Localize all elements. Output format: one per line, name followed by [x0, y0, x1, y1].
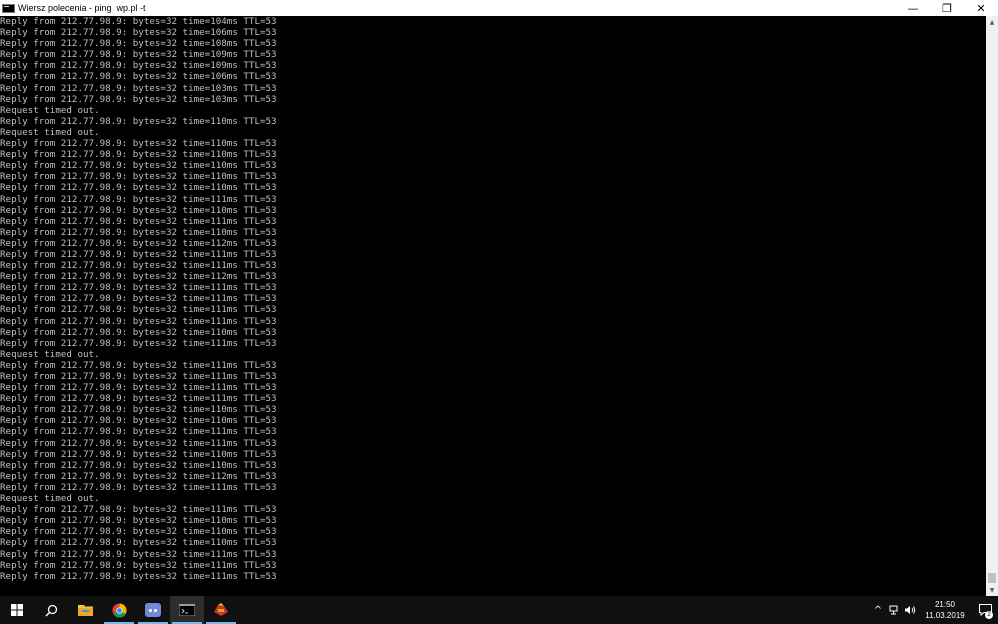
- close-button[interactable]: ✕: [964, 0, 998, 16]
- console-line: Reply from 212.77.98.9: bytes=32 time=11…: [0, 404, 277, 416]
- console-line: Reply from 212.77.98.9: bytes=32 time=11…: [0, 526, 277, 538]
- console-line: Reply from 212.77.98.9: bytes=32 time=11…: [0, 570, 277, 582]
- search-icon: [44, 604, 57, 617]
- console-line: Reply from 212.77.98.9: bytes=32 time=11…: [0, 182, 277, 194]
- console-line: Reply from 212.77.98.9: bytes=32 time=11…: [0, 548, 277, 560]
- window-title: Wiersz polecenia - ping wp.pl -t: [18, 3, 146, 13]
- console-line: Reply from 212.77.98.9: bytes=32 time=11…: [0, 115, 277, 127]
- taskbar-chrome[interactable]: [102, 596, 136, 624]
- taskbar-file-explorer[interactable]: [68, 596, 102, 624]
- console-line: Reply from 212.77.98.9: bytes=32 time=11…: [0, 382, 277, 394]
- console-line: Reply from 212.77.98.9: bytes=32 time=11…: [0, 237, 277, 249]
- console-line: Reply from 212.77.98.9: bytes=32 time=11…: [0, 271, 277, 283]
- console-line: Reply from 212.77.98.9: bytes=32 time=11…: [0, 315, 277, 327]
- console-line: Reply from 212.77.98.9: bytes=32 time=11…: [0, 459, 277, 471]
- show-hidden-icons-chevron-icon[interactable]: ^: [870, 596, 886, 624]
- console-line: Reply from 212.77.98.9: bytes=32 time=11…: [0, 149, 277, 161]
- console-line: Reply from 212.77.98.9: bytes=32 time=11…: [0, 470, 277, 482]
- scroll-up-arrow-icon[interactable]: ▲: [986, 16, 998, 28]
- clock[interactable]: 21:50 11.03.2019: [918, 599, 972, 621]
- console-line: Reply from 212.77.98.9: bytes=32 time=10…: [0, 16, 277, 27]
- game-icon: [214, 603, 228, 616]
- restore-button[interactable]: ❐: [930, 0, 964, 16]
- taskbar-command-prompt[interactable]: [170, 596, 204, 624]
- folder-icon: [77, 605, 93, 616]
- console-line: Reply from 212.77.98.9: bytes=32 time=11…: [0, 537, 277, 549]
- console-line: Reply from 212.77.98.9: bytes=32 time=11…: [0, 481, 277, 493]
- console-lines: Reply from 212.77.98.9: bytes=32 time=10…: [0, 16, 986, 582]
- terminal-icon: [179, 604, 195, 616]
- cmd-icon[interactable]: [2, 3, 15, 13]
- console-line: Reply from 212.77.98.9: bytes=32 time=11…: [0, 504, 277, 516]
- console-line: Reply from 212.77.98.9: bytes=32 time=10…: [0, 38, 277, 50]
- console-line: Reply from 212.77.98.9: bytes=32 time=11…: [0, 160, 277, 172]
- console-line: Reply from 212.77.98.9: bytes=32 time=11…: [0, 359, 277, 371]
- console-line: Reply from 212.77.98.9: bytes=32 time=10…: [0, 60, 277, 72]
- volume-icon[interactable]: [902, 596, 918, 624]
- console-line: Reply from 212.77.98.9: bytes=32 time=11…: [0, 515, 277, 527]
- console-line: Reply from 212.77.98.9: bytes=32 time=11…: [0, 371, 277, 382]
- taskbar-discord[interactable]: [136, 596, 170, 624]
- start-button[interactable]: [0, 596, 34, 624]
- vertical-scrollbar[interactable]: ▲ ▼: [986, 16, 998, 596]
- console-line: Reply from 212.77.98.9: bytes=32 time=11…: [0, 226, 277, 238]
- console-line: Reply from 212.77.98.9: bytes=32 time=11…: [0, 248, 277, 260]
- window-controls: — ❐ ✕: [896, 0, 998, 16]
- discord-icon: [145, 603, 161, 617]
- clock-time: 21:50: [934, 600, 956, 609]
- console-line: Reply from 212.77.98.9: bytes=32 time=11…: [0, 138, 277, 150]
- console-line: Reply from 212.77.98.9: bytes=32 time=11…: [0, 393, 277, 405]
- console-line: Reply from 212.77.98.9: bytes=32 time=11…: [0, 337, 277, 349]
- console-line: Reply from 212.77.98.9: bytes=32 time=10…: [0, 82, 277, 94]
- search-button[interactable]: [34, 596, 68, 624]
- console-line: Reply from 212.77.98.9: bytes=32 time=11…: [0, 171, 277, 183]
- network-icon[interactable]: [886, 596, 902, 624]
- console-line: Reply from 212.77.98.9: bytes=32 time=11…: [0, 193, 277, 205]
- console-line: Reply from 212.77.98.9: bytes=32 time=11…: [0, 260, 277, 272]
- console-line: Reply from 212.77.98.9: bytes=32 time=10…: [0, 71, 277, 83]
- console-line: Reply from 212.77.98.9: bytes=32 time=11…: [0, 282, 277, 294]
- console-line: Reply from 212.77.98.9: bytes=32 time=11…: [0, 293, 277, 305]
- console-line: Reply from 212.77.98.9: bytes=32 time=11…: [0, 437, 277, 449]
- console-output[interactable]: Reply from 212.77.98.9: bytes=32 time=10…: [0, 16, 986, 596]
- console-line: Reply from 212.77.98.9: bytes=32 time=11…: [0, 304, 277, 316]
- console-line: Request timed out.: [0, 104, 100, 116]
- console-line: Reply from 212.77.98.9: bytes=32 time=10…: [0, 93, 277, 105]
- console-line: Reply from 212.77.98.9: bytes=32 time=11…: [0, 415, 277, 427]
- chrome-icon: [111, 602, 127, 618]
- console-line: Request timed out.: [0, 126, 100, 138]
- console-line: Reply from 212.77.98.9: bytes=32 time=11…: [0, 426, 277, 438]
- console-line: Reply from 212.77.98.9: bytes=32 time=11…: [0, 215, 277, 227]
- scrollbar-thumb[interactable]: [988, 573, 996, 583]
- title-bar[interactable]: Wiersz polecenia - ping wp.pl -t — ❐ ✕: [0, 0, 998, 16]
- taskbar-game[interactable]: [204, 596, 238, 624]
- system-tray: ^ 21:50 11.03.2019 2: [870, 596, 998, 624]
- action-center-button[interactable]: 2: [972, 596, 998, 624]
- scroll-down-arrow-icon[interactable]: ▼: [986, 584, 998, 596]
- minimize-button[interactable]: —: [896, 0, 930, 16]
- console-line: Reply from 212.77.98.9: bytes=32 time=11…: [0, 448, 277, 460]
- taskbar: ^ 21:50 11.03.2019 2: [0, 596, 998, 624]
- console-line: Request timed out.: [0, 493, 100, 505]
- console-line: Reply from 212.77.98.9: bytes=32 time=10…: [0, 27, 277, 39]
- console-line: Reply from 212.77.98.9: bytes=32 time=10…: [0, 49, 277, 61]
- console-line: Reply from 212.77.98.9: bytes=32 time=11…: [0, 326, 277, 338]
- console-line: Request timed out.: [0, 348, 100, 360]
- clock-date: 11.03.2019: [925, 611, 965, 620]
- console-line: Reply from 212.77.98.9: bytes=32 time=11…: [0, 559, 277, 571]
- console-line: Reply from 212.77.98.9: bytes=32 time=11…: [0, 204, 277, 216]
- notification-count-badge: 2: [985, 611, 993, 619]
- windows-logo-icon: [11, 604, 23, 616]
